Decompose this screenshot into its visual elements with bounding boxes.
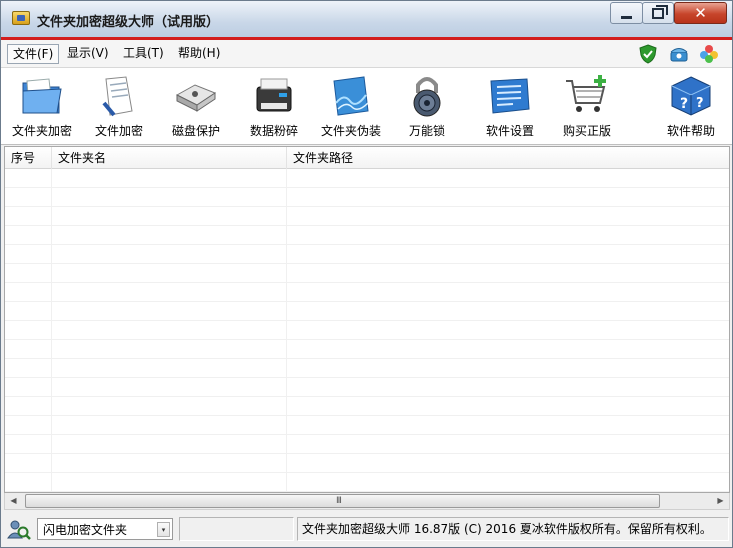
tool-label: 购买正版 [562, 124, 611, 138]
empty-row [5, 397, 729, 416]
tool-label: 文件加密 [94, 124, 143, 138]
tool-label: 文件夹伪装 [320, 124, 381, 138]
column-header-folder-name[interactable]: 文件夹名 [52, 147, 287, 169]
tool-folder-encrypt-button[interactable]: 文件夹加密 [7, 68, 77, 145]
folder-disguise-icon [333, 76, 369, 116]
empty-row [5, 264, 729, 283]
scroll-right-arrow-icon[interactable]: ▶ [712, 493, 729, 509]
empty-row [5, 283, 729, 302]
horizontal-scrollbar[interactable]: ◀ III ▶ [4, 493, 730, 510]
empty-row [5, 435, 729, 454]
encrypt-mode-value: 闪电加密文件夹 [43, 523, 128, 537]
column-header-index[interactable]: 序号 [5, 147, 52, 169]
chevron-down-icon[interactable]: ▾ [157, 522, 170, 537]
tool-disk-protect-button[interactable]: 磁盘保护 [165, 68, 227, 145]
toolbar-separator [468, 72, 469, 140]
toolbar: 文件夹加密 文件加密 磁盘保护 数据粉碎 文件夹伪装 万能锁 软件设置 购买正版… [1, 68, 732, 145]
tool-data-shred-button[interactable]: 数据粉碎 [243, 68, 305, 145]
minimize-icon [621, 15, 632, 19]
status-info-box [179, 517, 294, 541]
app-window: 文件夹加密超级大师（试用版） ✕ 文件(F) 显示(V) 工具(T) 帮助(H) [0, 0, 733, 548]
status-bar: 闪电加密文件夹 ▾ 文件夹加密超级大师 16.87版 (C) 2016 夏冰软件… [1, 512, 732, 547]
empty-row [5, 340, 729, 359]
settings-panel-icon [490, 78, 530, 114]
close-button[interactable]: ✕ [674, 2, 727, 24]
empty-row [5, 226, 729, 245]
padlock-icon [413, 77, 441, 117]
scrollbar-thumb[interactable]: III [25, 494, 660, 508]
telephone-icon[interactable] [669, 44, 689, 64]
shopping-cart-icon [566, 75, 606, 112]
close-icon: ✕ [694, 4, 707, 22]
app-logo-icon [12, 11, 30, 25]
menu-bar: 文件(F) 显示(V) 工具(T) 帮助(H) [1, 40, 732, 68]
minimize-button[interactable] [610, 2, 643, 24]
empty-row [5, 378, 729, 397]
tool-label: 数据粉碎 [249, 124, 298, 138]
tool-universal-lock-button[interactable]: 万能锁 [400, 68, 454, 145]
tool-folder-disguise-button[interactable]: 文件夹伪装 [315, 68, 387, 145]
menu-view[interactable]: 显示(V) [62, 44, 114, 64]
list-header: 序号 文件夹名 文件夹路径 [5, 147, 729, 169]
empty-row [5, 416, 729, 435]
shredder-icon [256, 78, 292, 112]
help-cube-icon: ? ? [671, 76, 711, 116]
clover-icon[interactable] [699, 44, 719, 64]
menu-file[interactable]: 文件(F) [7, 44, 60, 64]
empty-row [5, 188, 729, 207]
encrypt-mode-select[interactable]: 闪电加密文件夹 ▾ [37, 518, 173, 540]
copyright-message: 文件夹加密超级大师 16.87版 (C) 2016 夏冰软件版权所有。保留所有权… [297, 517, 729, 541]
empty-row [5, 473, 729, 492]
folder-lock-icon [22, 78, 62, 114]
menu-tools[interactable]: 工具(T) [118, 44, 169, 64]
window-title: 文件夹加密超级大师（试用版） [37, 15, 220, 30]
column-header-folder-path[interactable]: 文件夹路径 [287, 147, 729, 169]
document-lock-icon [102, 76, 133, 117]
svg-text:?: ? [696, 96, 704, 111]
user-search-icon [7, 520, 31, 540]
tool-settings-button[interactable]: 软件设置 [479, 68, 541, 145]
disk-drive-icon [175, 84, 217, 112]
tool-label: 万能锁 [408, 124, 445, 138]
empty-row [5, 359, 729, 378]
title-bar[interactable]: 文件夹加密超级大师（试用版） ✕ [1, 1, 732, 37]
empty-row [5, 454, 729, 473]
menu-help[interactable]: 帮助(H) [173, 44, 225, 64]
shield-check-icon[interactable] [638, 44, 658, 64]
restore-icon [652, 4, 668, 19]
grip-icon: III [336, 496, 342, 506]
empty-row [5, 302, 729, 321]
tool-label: 磁盘保护 [171, 124, 220, 138]
folder-list[interactable]: 序号 文件夹名 文件夹路径 [4, 146, 730, 493]
empty-row [5, 245, 729, 264]
list-body[interactable] [5, 169, 729, 492]
svg-text:?: ? [680, 96, 688, 112]
empty-row [5, 321, 729, 340]
empty-row [5, 169, 729, 188]
tool-label: 软件帮助 [666, 124, 715, 138]
tool-label: 软件设置 [485, 124, 534, 138]
tool-buy-button[interactable]: 购买正版 [556, 68, 618, 145]
tool-file-encrypt-button[interactable]: 文件加密 [89, 68, 149, 145]
tool-label: 文件夹加密 [11, 124, 72, 138]
empty-row [5, 207, 729, 226]
maximize-button[interactable] [642, 2, 674, 24]
scroll-left-arrow-icon[interactable]: ◀ [5, 493, 22, 509]
tool-help-button[interactable]: ? ? 软件帮助 [660, 68, 722, 145]
